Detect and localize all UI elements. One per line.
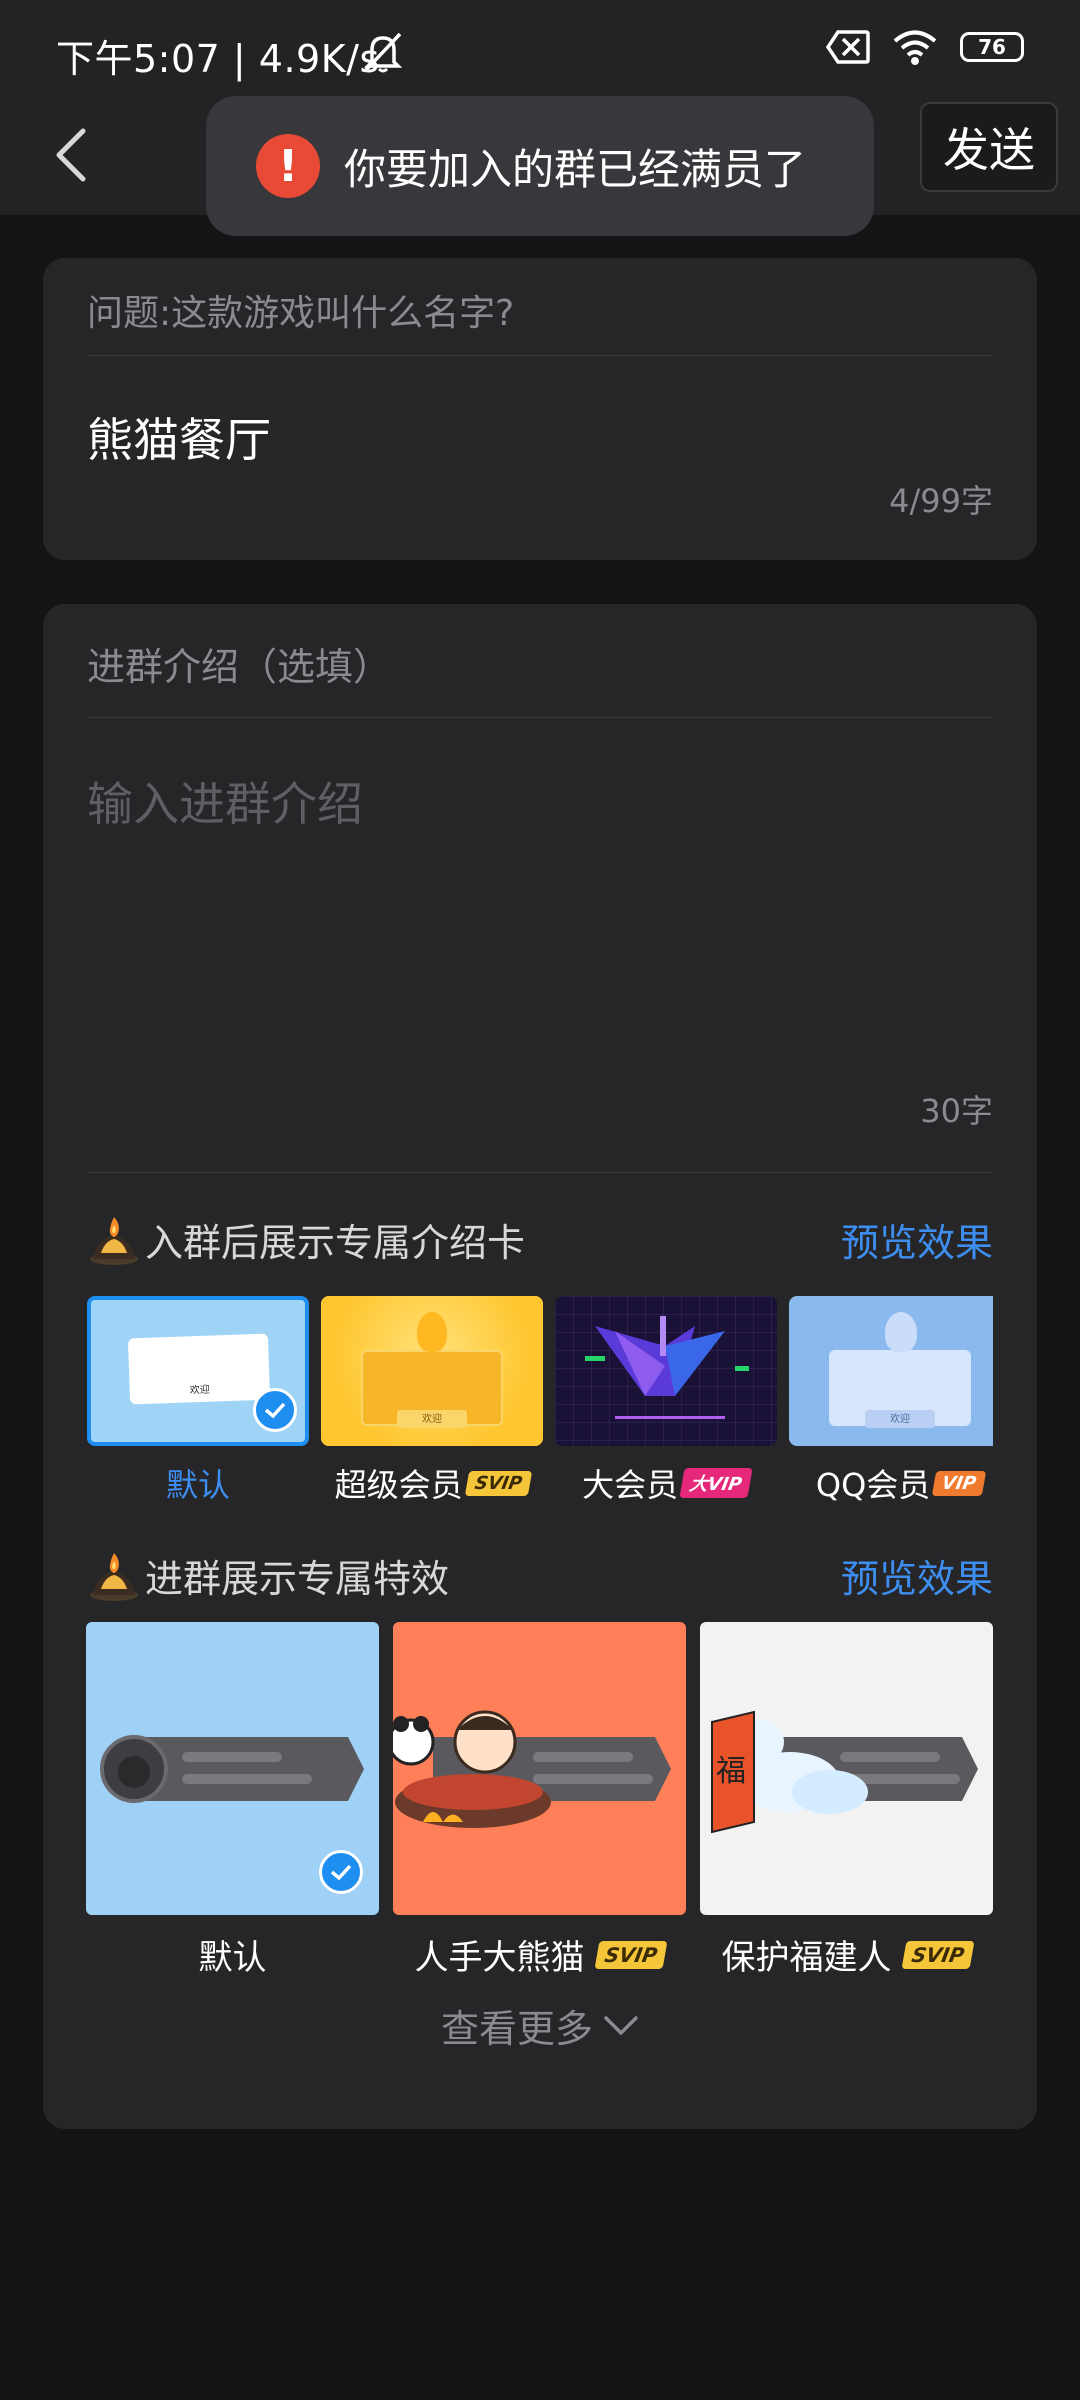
intro-card: 进群介绍（选填） 输入进群介绍 30字 入群后展示专属介绍卡 预览效果 欢迎 欢… (43, 604, 1037, 2129)
intro-tile-qqvip[interactable]: 欢迎 (789, 1296, 993, 1446)
tile-preview-text: 欢迎 (865, 1410, 935, 1428)
intro-tile-label-qqvip: QQ会员 VIP (789, 1460, 993, 1506)
error-icon: ! (256, 134, 320, 198)
effect-label-text: 默认 (198, 1938, 267, 1978)
divider (87, 717, 993, 718)
flame-bell-icon (90, 1552, 138, 1601)
divider (87, 355, 993, 356)
intro-tile-label-default: 默认 (87, 1460, 309, 1506)
tile-label-text: 大会员 (582, 1466, 679, 1504)
question-card: 问题:这款游戏叫什么名字? 熊猫餐厅 4/99字 (43, 258, 1037, 560)
tile-mascot (885, 1312, 917, 1352)
mute-bell-icon (363, 32, 403, 73)
answer-char-count: 4/99字 (889, 482, 993, 520)
back-button[interactable] (36, 120, 106, 190)
selected-check-icon (319, 1850, 363, 1894)
tile-label-text: QQ会员 (815, 1466, 931, 1504)
vip-badge: VIP (932, 1470, 987, 1496)
tile-mascot (417, 1312, 447, 1352)
intro-tile-label-svip: 超级会员 SVIP (321, 1460, 543, 1506)
tile-preview-card: 欢迎 (127, 1333, 271, 1405)
effect-label-default: 默认 (86, 1930, 379, 1979)
effect-label-panda: 人手大熊猫 SVIP (393, 1930, 686, 1979)
back-chevron-icon (56, 128, 86, 182)
intro-tile-svip[interactable]: 欢迎 (321, 1296, 543, 1446)
panda-effect-art (393, 1710, 671, 1828)
effect-section-label: 进群展示专属特效 (145, 1557, 450, 1601)
effect-tile-panda[interactable] (393, 1622, 686, 1915)
effect-label-text: 保护福建人 (721, 1938, 892, 1978)
fu-glyph: 福 (716, 1754, 746, 1789)
effect-section-title: 进群展示专属特效 (87, 1548, 449, 1603)
effect-preview-link[interactable]: 预览效果 (841, 1548, 993, 1603)
sim-disabled-icon (826, 30, 870, 64)
bigvip-badge: 大VIP (679, 1468, 753, 1498)
see-more-button[interactable]: 查看更多 (43, 1998, 1037, 2053)
effect-tile-fujian[interactable]: 福 (700, 1622, 993, 1915)
svip-badge: SVIP (594, 1940, 667, 1969)
see-more-label: 查看更多 (440, 2007, 593, 2051)
status-bar: 下午5:07 | 4.9K/s 76 (0, 0, 1080, 100)
svip-badge: SVIP (901, 1940, 974, 1969)
error-toast: ! 你要加入的群已经满员了 (206, 96, 874, 236)
send-button[interactable]: 发送 (920, 102, 1058, 192)
intro-char-count: 30字 (920, 1092, 993, 1130)
toast-message: 你要加入的群已经满员了 (344, 144, 807, 194)
tile-label-text: 超级会员 (334, 1466, 463, 1504)
status-time-speed: 下午5:07 | 4.9K/s (56, 37, 380, 81)
answer-input[interactable]: 熊猫餐厅 (87, 404, 271, 470)
effect-tile-default[interactable] (86, 1622, 379, 1915)
intro-card-section-title: 入群后展示专属介绍卡 (87, 1212, 525, 1267)
battery-icon: 76 (960, 32, 1024, 62)
tile-preview-text: 欢迎 (189, 1384, 210, 1397)
wifi-icon (893, 30, 937, 65)
flame-bell-icon (90, 1216, 138, 1265)
question-label: 问题:这款游戏叫什么名字? (87, 293, 515, 334)
intro-card-preview-link[interactable]: 预览效果 (841, 1212, 993, 1267)
intro-input[interactable]: 输入进群介绍 (87, 768, 363, 834)
intro-tile-label-bigvip: 大会员 大VIP (555, 1460, 777, 1506)
effect-label-text: 人手大熊猫 (414, 1938, 585, 1978)
effect-label-fujian: 保护福建人 SVIP (700, 1930, 993, 1979)
intro-label: 进群介绍（选填） (87, 645, 392, 689)
chevron-down-icon (604, 2015, 638, 2035)
intro-card-section-label: 入群后展示专属介绍卡 (145, 1221, 526, 1265)
tile-label-text: 默认 (165, 1466, 230, 1504)
divider (87, 1172, 993, 1173)
status-icons: 76 (826, 28, 1024, 66)
svip-badge: SVIP (464, 1470, 532, 1496)
intro-tile-default[interactable]: 欢迎 (87, 1296, 309, 1446)
bigvip-art (555, 1296, 777, 1446)
tile-preview-text: 欢迎 (397, 1410, 467, 1428)
intro-tile-bigvip[interactable] (555, 1296, 777, 1446)
intro-card-tiles: 欢迎 欢迎 欢迎 默认 超级会员 SVIP 大会员 大VIP QQ会员 VIP (87, 1296, 993, 1516)
selected-check-icon (253, 1388, 297, 1432)
